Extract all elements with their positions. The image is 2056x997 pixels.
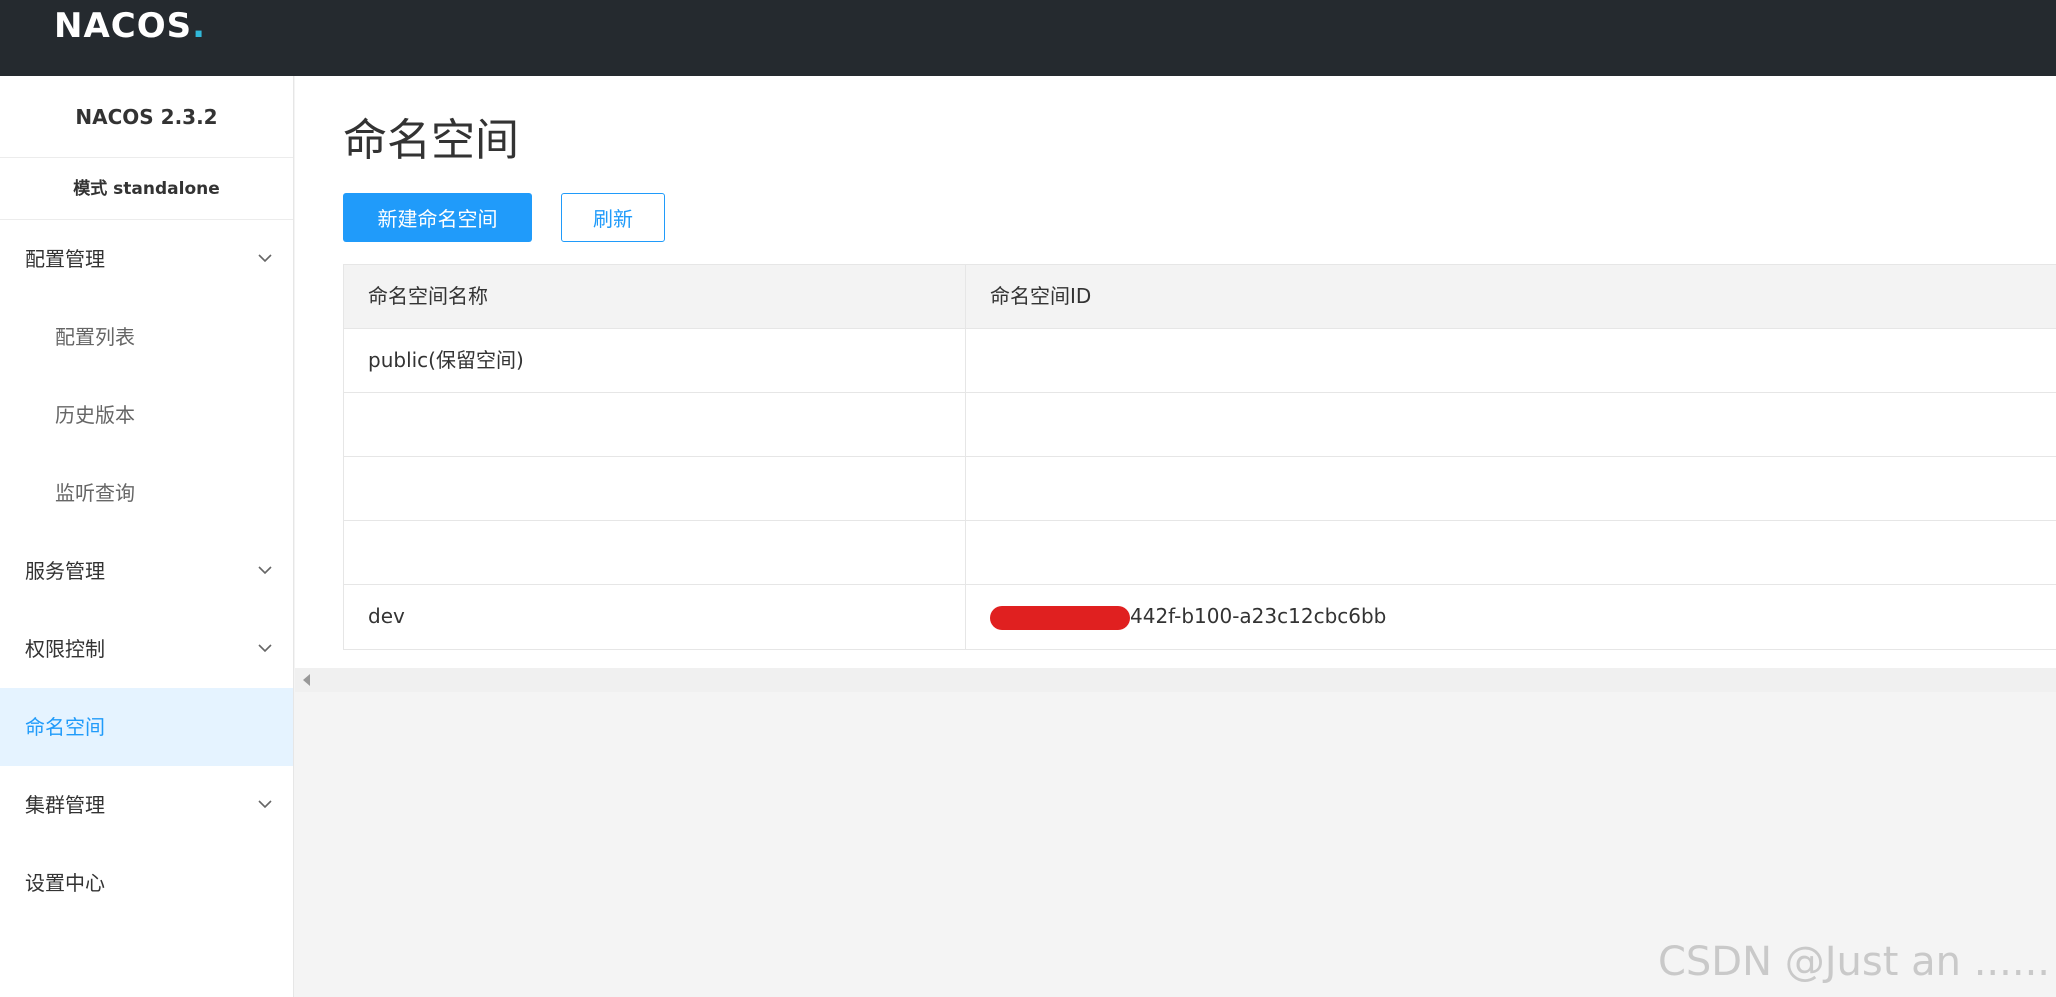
sidebar-item-label: 历史版本: [55, 403, 135, 427]
chevron-down-icon: [258, 254, 272, 263]
table-row[interactable]: [344, 457, 2056, 521]
namespace-id-cell: [966, 521, 2056, 584]
version-label: NACOS 2.3.2: [0, 76, 293, 158]
main-content: 命名空间 新建命名空间 刷新 命名空间名称 命名空间ID public(保留空间…: [295, 76, 2056, 668]
horizontal-scrollbar[interactable]: [295, 668, 2056, 692]
sidebar-item-history[interactable]: 历史版本: [0, 376, 293, 454]
namespace-name-cell: [344, 393, 966, 456]
watermark: CSDN @Just an ......: [1657, 939, 2050, 985]
sidebar-item-label: 服务管理: [25, 559, 105, 583]
chevron-down-icon: [258, 566, 272, 575]
sidebar-item-service-management[interactable]: 服务管理: [0, 532, 293, 610]
sidebar-item-label: 权限控制: [25, 637, 105, 661]
namespace-id-cell: [966, 457, 2056, 520]
table-header: 命名空间名称 命名空间ID: [344, 265, 2056, 329]
top-navbar: NACOS.: [0, 0, 2056, 76]
column-header-id[interactable]: 命名空间ID: [966, 265, 2056, 328]
namespace-id-cell: [966, 393, 2056, 456]
sidebar-item-label: 设置中心: [25, 871, 105, 895]
column-header-name[interactable]: 命名空间名称: [344, 265, 966, 328]
sidebar-item-label: 配置管理: [25, 247, 105, 271]
sidebar-item-config-management[interactable]: 配置管理: [0, 220, 293, 298]
mode-label: 模式 standalone: [0, 158, 293, 220]
sidebar-item-access-control[interactable]: 权限控制: [0, 610, 293, 688]
sidebar-item-label: 监听查询: [55, 481, 135, 505]
sidebar-item-config-list[interactable]: 配置列表: [0, 298, 293, 376]
namespace-name-cell: public(保留空间): [344, 329, 966, 392]
table-row[interactable]: [344, 521, 2056, 585]
namespace-name-cell: [344, 457, 966, 520]
sidebar-item-namespace[interactable]: 命名空间: [0, 688, 293, 766]
new-namespace-button[interactable]: 新建命名空间: [343, 193, 532, 242]
table-row[interactable]: [344, 393, 2056, 457]
sidebar-item-label: 集群管理: [25, 793, 105, 817]
namespace-id-text: 442f-b100-a23c12cbc6bb: [1130, 604, 1387, 628]
nacos-logo[interactable]: NACOS.: [54, 6, 206, 46]
sidebar-item-cluster-management[interactable]: 集群管理: [0, 766, 293, 844]
page-title: 命名空间: [343, 115, 519, 166]
redaction-mark: [990, 605, 1130, 630]
namespace-name-cell: dev: [344, 585, 966, 649]
table-row[interactable]: public(保留空间): [344, 329, 2056, 393]
sidebar-item-settings-center[interactable]: 设置中心: [0, 844, 293, 922]
sidebar-item-label: 配置列表: [55, 325, 135, 349]
namespace-name-cell: [344, 521, 966, 584]
chevron-down-icon: [258, 800, 272, 809]
chevron-down-icon: [258, 644, 272, 653]
namespace-id-cell: [966, 329, 2056, 392]
sidebar-item-label: 命名空间: [25, 715, 105, 739]
sidebar: NACOS 2.3.2 模式 standalone 配置管理 配置列表 历史版本…: [0, 76, 294, 997]
namespace-id-cell: 442f-b100-a23c12cbc6bb: [966, 585, 2056, 649]
namespace-table: 命名空间名称 命名空间ID public(保留空间) dev 442f-b100…: [343, 264, 2056, 650]
sidebar-item-listener-query[interactable]: 监听查询: [0, 454, 293, 532]
table-row[interactable]: dev 442f-b100-a23c12cbc6bb: [344, 585, 2056, 649]
scroll-left-arrow-icon[interactable]: [303, 674, 310, 686]
refresh-button[interactable]: 刷新: [561, 193, 665, 242]
